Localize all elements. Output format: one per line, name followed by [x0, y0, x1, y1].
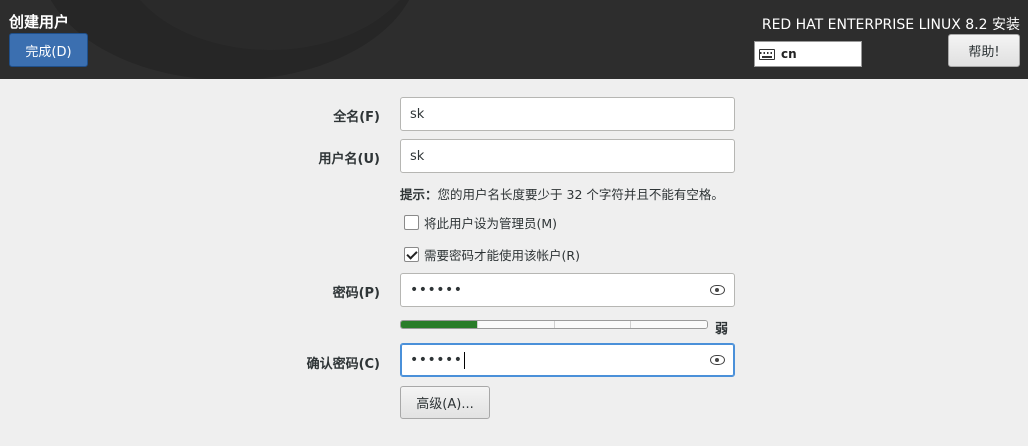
show-confirm-password-eye-icon[interactable] — [710, 355, 725, 365]
require-password-checkbox-row[interactable]: 需要密码才能使用该帐户(R) — [404, 245, 580, 264]
username-label: 用户名(U) — [318, 152, 380, 167]
username-value: sk — [410, 148, 425, 164]
confirm-password-field[interactable]: •••••• — [400, 343, 735, 377]
help-button[interactable]: 帮助! — [948, 34, 1020, 67]
fullname-label: 全名(F) — [333, 110, 380, 125]
password-value: •••••• — [410, 282, 463, 298]
password-strength-label: 弱 — [715, 322, 729, 337]
text-caret — [463, 351, 465, 369]
product-title: RED HAT ENTERPRISE LINUX 8.2 安装 — [761, 17, 1020, 33]
require-password-checkbox[interactable] — [404, 247, 419, 262]
strength-segment — [631, 321, 707, 328]
hint-prefix: 提示： — [400, 187, 438, 202]
fullname-field[interactable]: sk — [400, 97, 735, 131]
password-strength-bar — [400, 320, 708, 329]
confirm-password-label: 确认密码(C) — [306, 357, 380, 372]
admin-checkbox[interactable] — [404, 215, 419, 230]
page-title: 创建用户 — [9, 13, 70, 31]
header-bar: 创建用户 完成(D) RED HAT ENTERPRISE LINUX 8.2 … — [0, 0, 1028, 79]
admin-checkbox-row[interactable]: 将此用户设为管理员(M) — [404, 213, 557, 232]
password-label: 密码(P) — [332, 286, 380, 301]
keyboard-layout-label: cn — [781, 47, 797, 61]
done-button[interactable]: 完成(D) — [9, 33, 88, 67]
fullname-value: sk — [410, 106, 425, 122]
username-hint: 提示：您的用户名长度要少于 32 个字符并且不能有空格。 — [400, 184, 724, 203]
confirm-password-value: •••••• — [410, 352, 463, 368]
show-password-eye-icon[interactable] — [710, 285, 725, 295]
keyboard-icon — [759, 48, 775, 60]
strength-segment — [477, 321, 555, 328]
strength-segment — [554, 321, 632, 328]
advanced-button[interactable]: 高级(A)... — [400, 386, 490, 419]
require-password-label[interactable]: 需要密码才能使用该帐户(R) — [424, 245, 580, 264]
password-field[interactable]: •••••• — [400, 273, 735, 307]
username-field[interactable]: sk — [400, 139, 735, 173]
admin-checkbox-label[interactable]: 将此用户设为管理员(M) — [424, 213, 557, 232]
strength-segment — [401, 321, 478, 328]
keyboard-layout-indicator[interactable]: cn — [754, 41, 862, 67]
hint-text: 您的用户名长度要少于 32 个字符并且不能有空格。 — [437, 187, 724, 202]
